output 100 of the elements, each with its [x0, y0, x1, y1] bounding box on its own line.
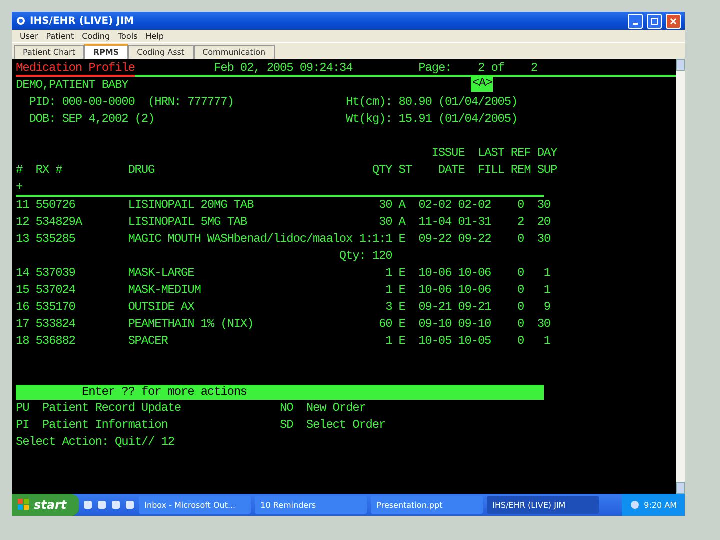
column-header: QTY [372, 163, 392, 177]
page-total: 2 [530, 60, 538, 75]
menu-item[interactable]: User [20, 32, 38, 40]
timestamp: Feb 02, 2005 09:24:34 [214, 60, 353, 75]
menu-item[interactable]: Patient [46, 32, 74, 40]
table-cell-text: 09-21 [458, 299, 492, 316]
minimize-button[interactable] [628, 14, 643, 28]
table-cell-text: 16 [16, 299, 30, 316]
action-label: Patient Record Update [42, 400, 182, 417]
table-cell-text: 20 [536, 214, 551, 231]
status-flag: <A> [471, 75, 494, 92]
quick-launch-icon[interactable] [96, 500, 107, 510]
tab[interactable]: Patient Chart [14, 45, 84, 59]
table-cell-text: 01-31 [458, 214, 492, 231]
close-icon [670, 18, 677, 24]
table-cell-text: 09-22 [418, 231, 453, 248]
table-cell-text: 17 [16, 316, 30, 333]
column-header: ST [398, 163, 412, 177]
menu-item[interactable]: Tools [118, 32, 138, 40]
scrollbar[interactable] [676, 59, 685, 494]
table-cell-text: 0 [516, 265, 524, 282]
measurement: Wt(kg): 15.91 (01/04/2005) [346, 111, 518, 128]
table-cell-text: 13 [16, 231, 30, 248]
table-cell-text: MASK-MEDIUM [128, 282, 202, 299]
start-button[interactable]: start [12, 494, 79, 516]
table-cell-text: 02-02 [458, 197, 492, 214]
menu-item[interactable]: Coding [82, 32, 110, 40]
table-cell-text: OUTSIDE AX [128, 299, 196, 316]
table-cell-text: 9 [542, 299, 551, 316]
table-cell-text: 1 [542, 265, 551, 282]
column-header: REF [510, 146, 531, 160]
page-number: 2 of [478, 60, 504, 75]
table-cell-text: 1 [542, 333, 551, 350]
quantity-note: Qty: 120 [339, 248, 392, 265]
table-cell-text: MASK-LARGE [128, 265, 196, 282]
column-header: RX # [36, 163, 62, 177]
quick-launch-icon[interactable] [110, 500, 121, 510]
table-cell-text: 537039 [36, 265, 76, 282]
table-cell-text: 0 [516, 333, 524, 350]
column-header: DAY [537, 146, 558, 160]
action-code: PI [16, 417, 30, 434]
table-cell-text: LISINOPAIL 20MG TAB [128, 197, 255, 214]
table-cell-text: 10-05 [458, 333, 492, 350]
tab[interactable]: Coding Asst [128, 45, 194, 59]
table-cell-text: 11 [16, 197, 30, 214]
table-cell-text: 18 [16, 333, 30, 350]
menu-item[interactable]: Help [146, 32, 164, 40]
taskbar-button[interactable]: 10 Reminders [254, 496, 367, 514]
table-cell-text: 533824 [36, 316, 76, 333]
action-label: Patient Information [42, 417, 168, 434]
quick-launch-icon[interactable] [82, 500, 93, 510]
patient-info: DOB: SEP 4,2002 (2) [29, 111, 156, 128]
tab[interactable]: Communication [194, 45, 275, 59]
page-label: Page: [418, 60, 452, 75]
table-cell-text: 30 [378, 214, 392, 231]
table-cell-text: 10-05 [418, 333, 453, 350]
action-code: PU [16, 400, 30, 417]
maximize-button[interactable] [647, 14, 662, 28]
taskbar-button[interactable]: Inbox - Microsoft Out... [138, 496, 251, 514]
table-cell-text: 1 [384, 282, 392, 299]
table-cell-text: 0 [516, 197, 524, 214]
column-header: SUP [537, 163, 558, 177]
table-cell: MAGIC MOUTH WASHbenad/lidoc/maalox 1:1:1 [128, 231, 392, 248]
close-button[interactable] [666, 14, 681, 28]
table-cell-text: 550726 [36, 197, 76, 214]
table-cell-text: 30 [536, 231, 551, 248]
table-cell-text: 535170 [36, 299, 76, 316]
table-cell-text: 10-06 [418, 282, 453, 299]
table-cell-text: 0 [516, 316, 524, 333]
hint-text: Enter ?? for more actions [82, 385, 248, 400]
tab[interactable]: RPMS [84, 44, 128, 59]
maximize-icon [651, 18, 658, 24]
column-header: # [16, 163, 23, 177]
taskbar-button[interactable]: IHS/EHR (LIVE) JIM [486, 496, 599, 514]
column-header: ISSUE [432, 146, 465, 160]
quick-launch-icon[interactable] [124, 500, 135, 510]
table-cell-text: 10-06 [458, 265, 492, 282]
table-cell-text: 30 [536, 316, 551, 333]
column-header: REM [510, 163, 531, 177]
table-cell-text: 2 [516, 214, 524, 231]
windows-logo [18, 499, 30, 511]
table-cell-text: 1 [542, 282, 551, 299]
patient-name: DEMO,PATIENT BABY [16, 77, 128, 94]
tray-icon[interactable] [630, 500, 640, 510]
measurement: Ht(cm): 80.90 (01/04/2005) [346, 94, 518, 111]
table-cell-text: 14 [16, 265, 30, 282]
table-cell-text: 09-22 [458, 231, 492, 248]
column-header: DRUG [128, 163, 155, 177]
patient-info: PID: 000-00-0000 (HRN: 777777) [29, 94, 235, 111]
table-cell-text: 09-10 [458, 316, 492, 333]
column-header: FILL [478, 163, 504, 177]
table-cell-text: 536882 [36, 333, 76, 350]
table-cell-text: 30 [536, 197, 551, 214]
action-code: SD [280, 417, 294, 434]
table-cell-text: 02-02 [418, 197, 453, 214]
table-cell-text: 60 [378, 316, 392, 333]
clock: 9:20 AM [644, 500, 677, 510]
taskbar-button[interactable]: Presentation.ppt [370, 496, 483, 514]
table-cell-text: 1 [384, 333, 392, 350]
table-cell-text: 535285 [36, 231, 76, 248]
